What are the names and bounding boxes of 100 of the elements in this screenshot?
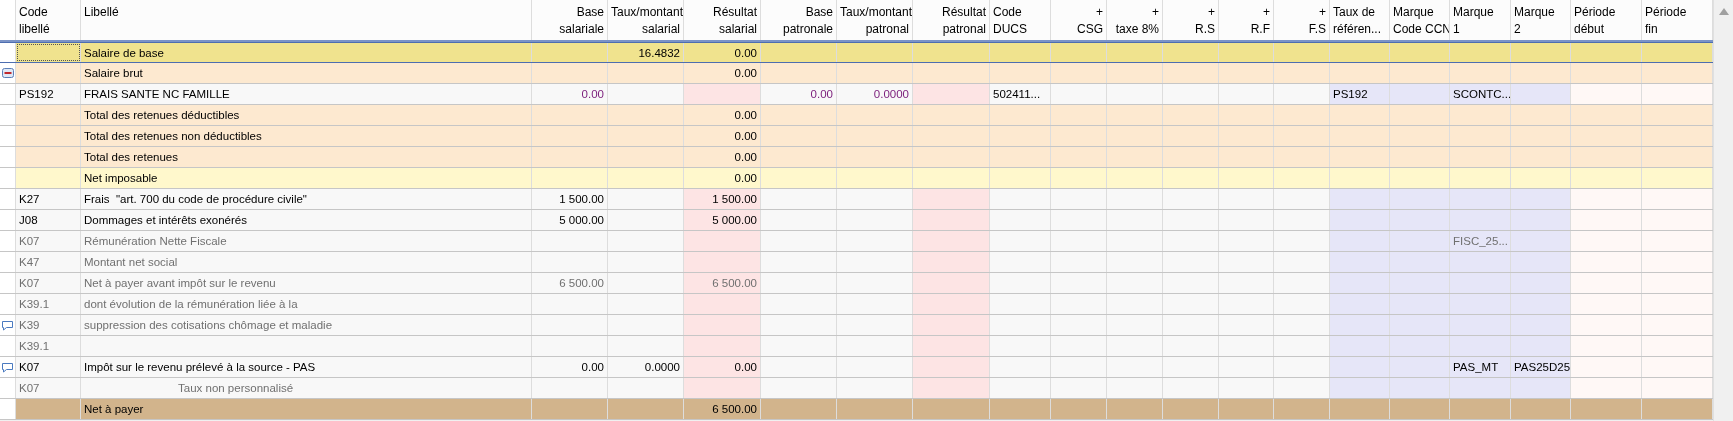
table-cell: K07 <box>16 378 81 398</box>
table-cell <box>1571 294 1642 314</box>
column-header[interactable]: Base salariale <box>532 0 608 40</box>
column-header[interactable]: Code libellé <box>16 0 81 40</box>
table-cell <box>1642 84 1713 104</box>
table-cell: 1 500.00 <box>532 189 608 209</box>
table-row[interactable]: K07 Impôt sur le revenu prélevé à la source - PAS 0.00 0.0000 0.00 PAS_MT PAS25D25 <box>0 357 1713 378</box>
table-row[interactable]: Net à payer 6 500.00 <box>0 399 1713 420</box>
table-cell: J08 <box>16 210 81 230</box>
table-row[interactable]: Total des retenues 0.00 <box>0 147 1713 168</box>
collapse-icon[interactable] <box>1 68 14 78</box>
column-header[interactable]: Code DUCS <box>990 0 1051 40</box>
table-cell: Taux non personnalisé <box>81 378 532 398</box>
table-row[interactable]: Total des retenues non déductibles 0.00 <box>0 126 1713 147</box>
table-cell <box>1450 252 1511 272</box>
column-header[interactable]: Libellé <box>81 0 532 40</box>
table-cell <box>1390 357 1450 377</box>
table-cell <box>1390 189 1450 209</box>
table-cell <box>1390 315 1450 335</box>
table-cell <box>1642 210 1713 230</box>
table-row[interactable]: Net imposable 0.00 <box>0 168 1713 189</box>
table-cell: Impôt sur le revenu prélevé à la source - PAS <box>81 357 532 377</box>
table-cell: Net à payer avant impôt sur le revenu <box>81 273 532 293</box>
table-row[interactable]: K07 Rémunération Nette Fiscale FISC_25... <box>0 231 1713 252</box>
column-header[interactable]: + taxe 8% <box>1107 0 1163 40</box>
comment-icon[interactable] <box>1 361 14 373</box>
table-row[interactable]: Salaire de base 16.4832 0.00 <box>0 42 1713 63</box>
table-cell <box>1330 315 1390 335</box>
table-cell <box>1511 231 1571 251</box>
table-cell <box>1511 273 1571 293</box>
table-cell <box>1642 294 1713 314</box>
table-cell: Rémunération Nette Fiscale <box>81 231 532 251</box>
column-header[interactable]: + R.S <box>1163 0 1219 40</box>
table-row[interactable]: Salaire brut 0.00 <box>0 63 1713 84</box>
table-cell: 502411... <box>990 84 1051 104</box>
table-cell: K39.1 <box>16 294 81 314</box>
table-row[interactable]: K07 Taux non personnalisé <box>0 378 1713 399</box>
table-cell <box>1390 84 1450 104</box>
table-row[interactable]: K27 Frais "art. 700 du code de procédure civile" 1 500.00 1 500.00 <box>0 189 1713 210</box>
column-header[interactable]: Marque 2 <box>1511 0 1571 40</box>
table-row[interactable]: K39.1 dont évolution de la rémunération liée à la <box>0 294 1713 315</box>
table-cell: Frais "art. 700 du code de procédure civile" <box>81 189 532 209</box>
row-header[interactable] <box>0 63 16 83</box>
table-cell: Net imposable <box>81 168 532 188</box>
table-cell <box>1571 84 1642 104</box>
column-header[interactable]: Résultat salarial <box>684 0 761 40</box>
column-header[interactable]: Base patronale <box>761 0 837 40</box>
table-cell: SCONTC... <box>1450 84 1511 104</box>
column-header[interactable]: Résultat patronal <box>913 0 990 40</box>
table-cell <box>1511 189 1571 209</box>
table-cell: K39.1 <box>16 336 81 356</box>
table-cell: PAS_MT <box>1450 357 1511 377</box>
table-cell <box>1450 189 1511 209</box>
table-cell: 0.00 <box>684 147 761 167</box>
column-header[interactable]: + F.S <box>1274 0 1330 40</box>
table-cell <box>1450 210 1511 230</box>
table-row[interactable]: J08 Dommages et intérêts exonérés 5 000.00 5 000.00 <box>0 210 1713 231</box>
table-row[interactable]: PS192 FRAIS SANTE NC FAMILLE 0.00 0.00 0.0000 502411... PS192 SCONTC... <box>0 84 1713 105</box>
table-cell <box>1511 336 1571 356</box>
table-cell <box>1450 336 1511 356</box>
table-cell <box>1642 378 1713 398</box>
table-row[interactable]: K39 suppression des cotisations chômage et maladie <box>0 315 1713 336</box>
table-cell <box>1390 231 1450 251</box>
table-cell: K27 <box>16 189 81 209</box>
column-header[interactable]: Marque 1 <box>1450 0 1511 40</box>
table-cell <box>1330 210 1390 230</box>
table-cell: 5 000.00 <box>532 210 608 230</box>
table-cell: K47 <box>16 252 81 272</box>
row-header[interactable] <box>0 315 16 335</box>
comment-icon[interactable] <box>1 319 14 331</box>
table-cell: PS192 <box>1330 84 1390 104</box>
column-header[interactable]: + R.F <box>1219 0 1274 40</box>
column-header[interactable]: Taux de référen... <box>1330 0 1390 40</box>
table-cell: 0.00 <box>761 84 837 104</box>
table-cell: 0.00 <box>532 84 608 104</box>
table-cell <box>1642 336 1713 356</box>
table-row[interactable]: Total des retenues déductibles 0.00 <box>0 105 1713 126</box>
table-row[interactable]: K39.1 <box>0 336 1713 357</box>
table-cell: Salaire brut <box>81 63 532 83</box>
column-header[interactable]: Taux/montant patronal <box>837 0 913 40</box>
table-cell <box>1390 273 1450 293</box>
table-cell: 16.4832 <box>608 43 684 62</box>
column-header[interactable]: Taux/montant salarial <box>608 0 684 40</box>
table-cell <box>1642 273 1713 293</box>
table-cell: 0.00 <box>532 357 608 377</box>
table-cell <box>1390 210 1450 230</box>
table-cell <box>1390 378 1450 398</box>
table-row[interactable]: K07 Net à payer avant impôt sur le revenu 6 500.00 6 500.00 <box>0 273 1713 294</box>
table-cell: 5 000.00 <box>684 210 761 230</box>
table-cell <box>1450 273 1511 293</box>
column-header[interactable]: Période début <box>1571 0 1642 40</box>
row-header[interactable] <box>0 357 16 377</box>
table-cell <box>1390 336 1450 356</box>
table-row[interactable]: K47 Montant net social <box>0 252 1713 273</box>
table-cell: 0.00 <box>684 105 761 125</box>
scroll-up-icon[interactable] <box>1718 8 1729 15</box>
table-cell <box>16 43 81 62</box>
column-header[interactable]: + CSG <box>1051 0 1107 40</box>
table-cell <box>1571 252 1642 272</box>
table-cell: PS192 <box>16 84 81 104</box>
